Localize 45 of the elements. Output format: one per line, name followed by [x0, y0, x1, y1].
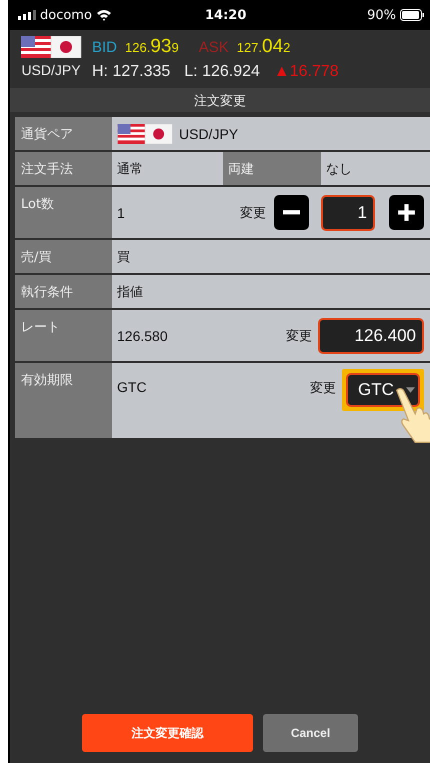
field-value: 指値: [117, 284, 143, 300]
battery-icon: [400, 9, 424, 21]
signal-icon: [18, 10, 36, 20]
expiry-dropdown[interactable]: GTC: [346, 373, 420, 407]
cancel-button[interactable]: Cancel: [263, 714, 358, 752]
screen-title: 注文変更: [10, 88, 430, 112]
price-change: ▲16.778: [274, 63, 339, 81]
field-value: 買: [117, 248, 130, 266]
field-label: 売/買: [15, 240, 112, 273]
flag-icon: [20, 36, 82, 58]
change-label: 変更: [310, 380, 336, 397]
field-label: 有効期限: [15, 363, 112, 438]
field-label: 執行条件: [15, 275, 112, 308]
lot-input[interactable]: 1: [321, 194, 375, 230]
clock-time: 14:20: [205, 8, 246, 22]
high-price: H: 127.335: [92, 63, 170, 81]
low-price: L: 126.924: [184, 63, 260, 81]
minus-button[interactable]: [274, 195, 309, 230]
caret-icon: [406, 387, 415, 393]
bid-price: 126.939: [125, 36, 179, 58]
ask-label: ASK: [198, 39, 229, 56]
bid-label: BID: [92, 39, 118, 56]
field-label: 注文手法: [15, 152, 112, 185]
battery-percent: 90%: [367, 8, 396, 22]
field-value: なし: [326, 160, 352, 178]
field-label: 通貨ペア: [15, 117, 112, 150]
carrier-name: docomo: [40, 8, 92, 22]
change-label: 変更: [286, 328, 312, 344]
plus-button[interactable]: [389, 195, 424, 230]
field-value: GTC: [117, 379, 148, 395]
currency-pair: USD/JPY: [21, 62, 81, 78]
field-label: 両建: [223, 152, 321, 185]
wifi-icon: [96, 9, 112, 21]
flag-icon: [117, 124, 173, 144]
ask-price: 127.042: [236, 36, 290, 58]
field-value: 通常: [117, 160, 143, 178]
change-label: 変更: [240, 204, 266, 222]
minus-icon: [283, 210, 300, 215]
field-value: 1: [117, 204, 126, 220]
plus-icon: [396, 202, 417, 223]
field-label: レート: [15, 310, 112, 361]
field-value: 126.580: [117, 328, 169, 344]
field-value: USD/JPY: [179, 126, 238, 142]
field-label: Lot数: [15, 187, 112, 238]
rate-input[interactable]: 126.400: [318, 318, 424, 354]
